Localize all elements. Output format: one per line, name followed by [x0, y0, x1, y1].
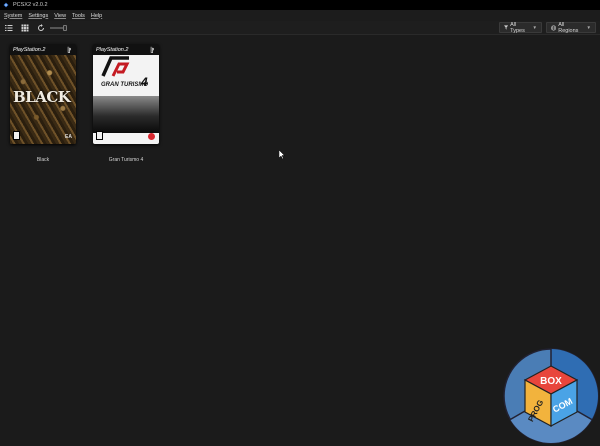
region-filter-dropdown[interactable]: All Regions ▼ [546, 21, 596, 34]
playstation-logo-icon [67, 46, 71, 53]
refresh-icon[interactable] [37, 24, 45, 32]
game-cover[interactable]: PlayStation.2 BLACK EA [10, 44, 76, 144]
ps2-brand-text: PlayStation.2 [96, 46, 129, 53]
menu-view[interactable]: View [54, 13, 66, 19]
region-filter-label: All Regions [558, 21, 579, 34]
chevron-down-icon: ▼ [532, 25, 537, 30]
playstation-logo-icon [150, 46, 154, 53]
pcsx2-app-icon [3, 2, 9, 8]
funnel-icon [504, 25, 509, 30]
gt-emblem-icon [101, 56, 130, 77]
game-logo-number: 4 [141, 75, 148, 89]
type-filter-dropdown[interactable]: All Types ▼ [499, 21, 542, 34]
title-bar: PCSX2 v2.0.2 [0, 0, 600, 10]
window-title: PCSX2 v2.0.2 [13, 2, 48, 8]
grid-view-icon[interactable] [21, 24, 29, 32]
menu-system[interactable]: System [4, 13, 22, 19]
menu-tools[interactable]: Tools [72, 13, 85, 19]
game-title: Black [36, 157, 50, 163]
publisher-logo [148, 133, 155, 140]
cover-scale-slider[interactable] [50, 25, 67, 31]
menu-settings[interactable]: Settings [28, 13, 48, 19]
list-view-icon[interactable] [5, 24, 13, 32]
car-artwork [93, 96, 159, 133]
type-filter-label: All Types [510, 21, 525, 34]
ps2-brand-text: PlayStation.2 [13, 46, 46, 53]
mouse-cursor-icon [279, 150, 285, 159]
menu-help[interactable]: Help [91, 13, 102, 19]
boxprog-watermark-logo: BOX PROG COM [503, 348, 599, 444]
chevron-down-icon: ▼ [586, 25, 591, 30]
publisher-logo: EA [65, 134, 72, 140]
rating-badge [13, 131, 20, 140]
ps2-banner: PlayStation.2 [10, 44, 76, 55]
slider-handle[interactable] [63, 25, 67, 31]
game-cover[interactable]: PlayStation.2 GRAN TURISMO 4 [93, 44, 159, 144]
menu-bar: System Settings View Tools Help [0, 10, 600, 21]
watermark-text-1: BOX [540, 376, 562, 387]
game-logo: BLACK [13, 88, 71, 106]
globe-icon [551, 24, 557, 31]
game-title: Gran Turismo 4 [108, 157, 144, 163]
rating-badge [96, 131, 103, 140]
